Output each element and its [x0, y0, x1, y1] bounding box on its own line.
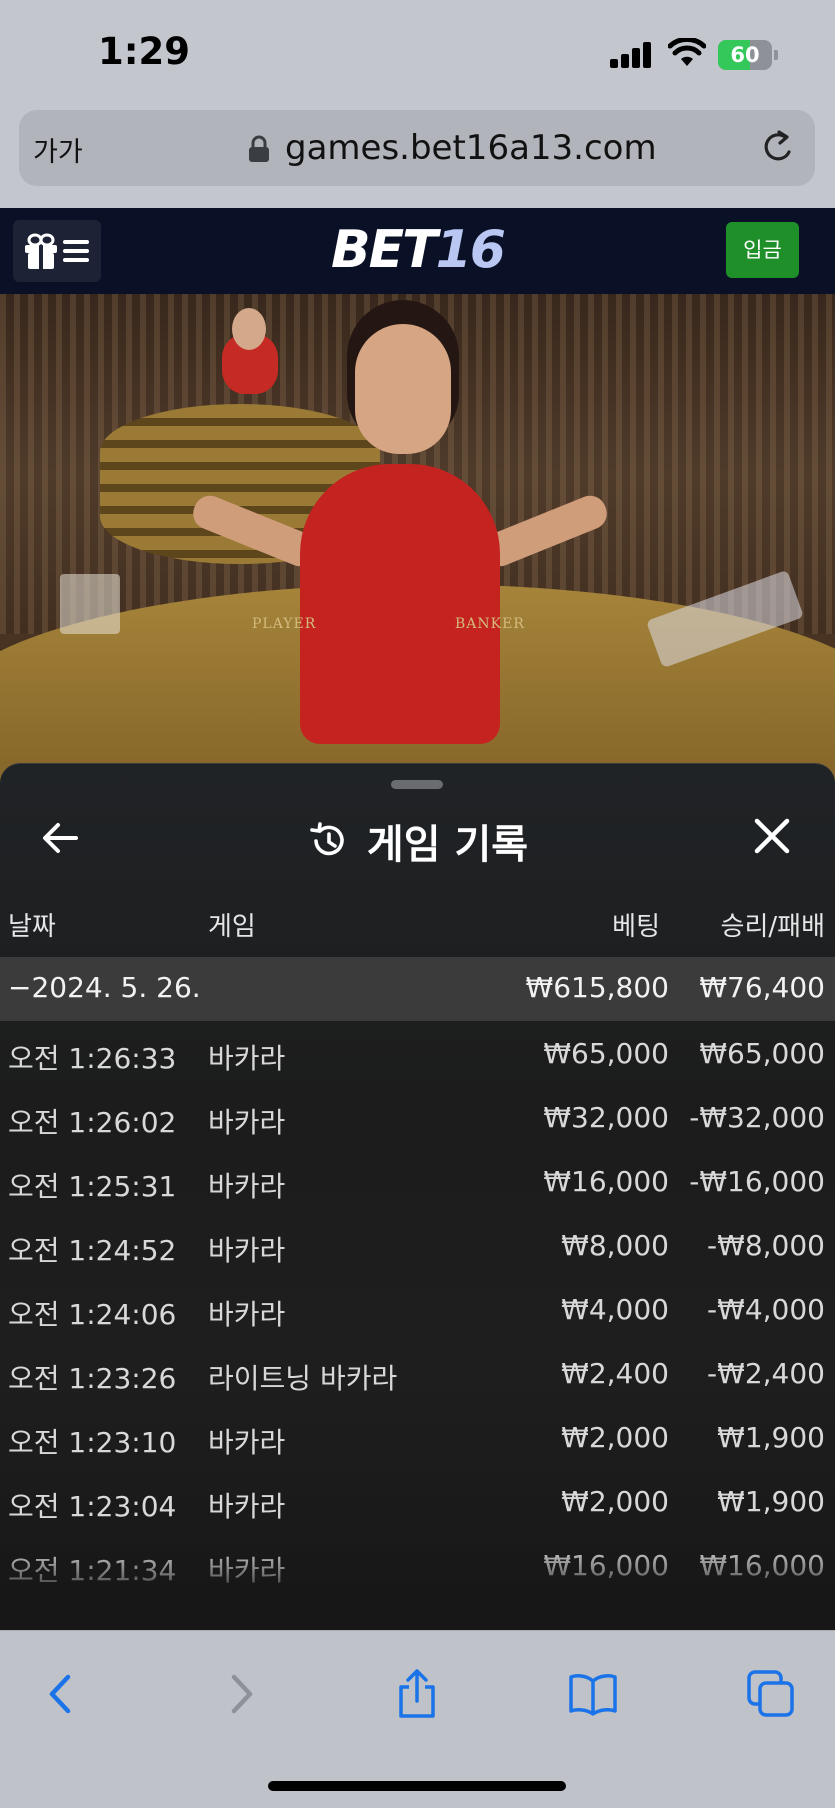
row-time: 오전 1:26:33 [8, 1042, 177, 1075]
row-game: 바카라 [208, 1490, 286, 1523]
forward-icon[interactable] [216, 1669, 266, 1719]
history-icon [310, 822, 344, 856]
row-win-loss: ₩1,900 [717, 1421, 825, 1454]
row-game: 바카라 [208, 1106, 286, 1139]
column-header-win-loss: 승리/패배 [720, 912, 825, 942]
date-group-row[interactable]: −2024. 5. 26. ₩615,800 ₩76,400 [0, 957, 835, 1021]
web-app: BET16 입금 PLAYER BANKER 게임 기록 날짜 게임 베팅 승리… [0, 208, 835, 1630]
list-fade-overlay [0, 1544, 835, 1630]
row-bet: ₩8,000 [561, 1229, 669, 1262]
column-header-game: 게임 [208, 912, 256, 942]
row-win-loss: -₩2,400 [707, 1357, 825, 1390]
dealer-head [355, 324, 451, 454]
background-dealer-head [232, 308, 266, 350]
row-bet: ₩2,400 [561, 1357, 669, 1390]
row-time: 오전 1:23:04 [8, 1490, 177, 1523]
url-text[interactable]: games.bet16a13.com [285, 128, 657, 168]
cellular-signal-icon [610, 42, 652, 68]
site-header: BET16 입금 [0, 208, 835, 294]
history-row[interactable]: 오전 1:23:04 바카라 ₩2,000 ₩1,900 [0, 1469, 835, 1533]
row-bet: ₩2,000 [561, 1421, 669, 1454]
row-win-loss: -₩32,000 [689, 1101, 825, 1134]
wifi-icon [668, 38, 706, 66]
row-win-loss: -₩4,000 [707, 1293, 825, 1326]
sheet-title: 게임 기록 [0, 812, 835, 870]
row-game: 라이트닝 바카라 [208, 1362, 398, 1395]
title-text: 게임 기록 [366, 822, 529, 868]
row-bet: ₩2,000 [561, 1485, 669, 1518]
back-icon[interactable] [36, 1669, 86, 1719]
card-discard-box [60, 574, 120, 634]
row-game: 바카라 [208, 1042, 286, 1075]
game-history-sheet: 게임 기록 날짜 게임 베팅 승리/패배 −2024. 5. 26. ₩615,… [0, 763, 835, 1630]
row-time: 오전 1:23:10 [8, 1426, 177, 1459]
battery-percent: 60 [730, 43, 760, 67]
column-header-date: 날짜 [8, 912, 56, 942]
row-game: 바카라 [208, 1426, 286, 1459]
row-game: 바카라 [208, 1170, 286, 1203]
history-row[interactable]: 오전 1:23:10 바카라 ₩2,000 ₩1,900 [0, 1405, 835, 1469]
close-icon[interactable] [752, 816, 792, 856]
group-win-loss-total: ₩76,400 [699, 971, 825, 1004]
group-date: −2024. 5. 26. [8, 971, 201, 1004]
deposit-button[interactable]: 입금 [726, 222, 799, 278]
reader-aa-button[interactable]: 가가 [33, 130, 83, 169]
row-game: 바카라 [208, 1234, 286, 1267]
row-bet: ₩32,000 [543, 1101, 669, 1134]
logo-text: BET [330, 220, 438, 280]
row-time: 오전 1:24:52 [8, 1234, 177, 1267]
row-win-loss: -₩16,000 [689, 1165, 825, 1198]
history-row[interactable]: 오전 1:24:52 바카라 ₩8,000 -₩8,000 [0, 1213, 835, 1277]
row-bet: ₩65,000 [543, 1037, 669, 1070]
browser-toolbar [0, 1630, 835, 1808]
dealer [300, 464, 500, 744]
history-row[interactable]: 오전 1:26:02 바카라 ₩32,000 -₩32,000 [0, 1085, 835, 1149]
tabs-icon[interactable] [746, 1669, 796, 1719]
history-row[interactable]: 오전 1:23:26 라이트닝 바카라 ₩2,400 -₩2,400 [0, 1341, 835, 1405]
row-win-loss: -₩8,000 [707, 1229, 825, 1262]
row-win-loss: ₩65,000 [699, 1037, 825, 1070]
row-time: 오전 1:25:31 [8, 1170, 177, 1203]
row-bet: ₩16,000 [543, 1165, 669, 1198]
bet16-logo[interactable]: BET16 [0, 220, 835, 280]
table-label-player: PLAYER [252, 616, 317, 632]
row-time: 오전 1:23:26 [8, 1362, 177, 1395]
column-header-bet: 베팅 [612, 912, 660, 942]
row-win-loss: ₩1,900 [717, 1485, 825, 1518]
history-row[interactable]: 오전 1:25:31 바카라 ₩16,000 -₩16,000 [0, 1149, 835, 1213]
table-label-banker: BANKER [455, 616, 525, 632]
row-bet: ₩4,000 [561, 1293, 669, 1326]
row-game: 바카라 [208, 1298, 286, 1331]
logo-number: 16 [435, 220, 506, 280]
sheet-drag-handle[interactable] [391, 780, 443, 789]
history-row[interactable]: 오전 1:24:06 바카라 ₩4,000 -₩4,000 [0, 1277, 835, 1341]
bookmarks-icon[interactable] [568, 1669, 618, 1719]
battery-icon: 60 [718, 40, 778, 70]
lock-icon [249, 135, 269, 162]
reload-icon[interactable] [757, 126, 799, 168]
share-icon[interactable] [392, 1669, 442, 1719]
home-indicator [268, 1781, 566, 1791]
group-bet-total: ₩615,800 [525, 971, 669, 1004]
row-time: 오전 1:24:06 [8, 1298, 177, 1331]
status-bar: 1:29 60 [0, 0, 835, 108]
history-row[interactable]: 오전 1:26:33 바카라 ₩65,000 ₩65,000 [0, 1021, 835, 1085]
row-time: 오전 1:26:02 [8, 1106, 177, 1139]
address-bar[interactable]: 가가 games.bet16a13.com [19, 110, 815, 186]
status-time: 1:29 [98, 30, 191, 73]
